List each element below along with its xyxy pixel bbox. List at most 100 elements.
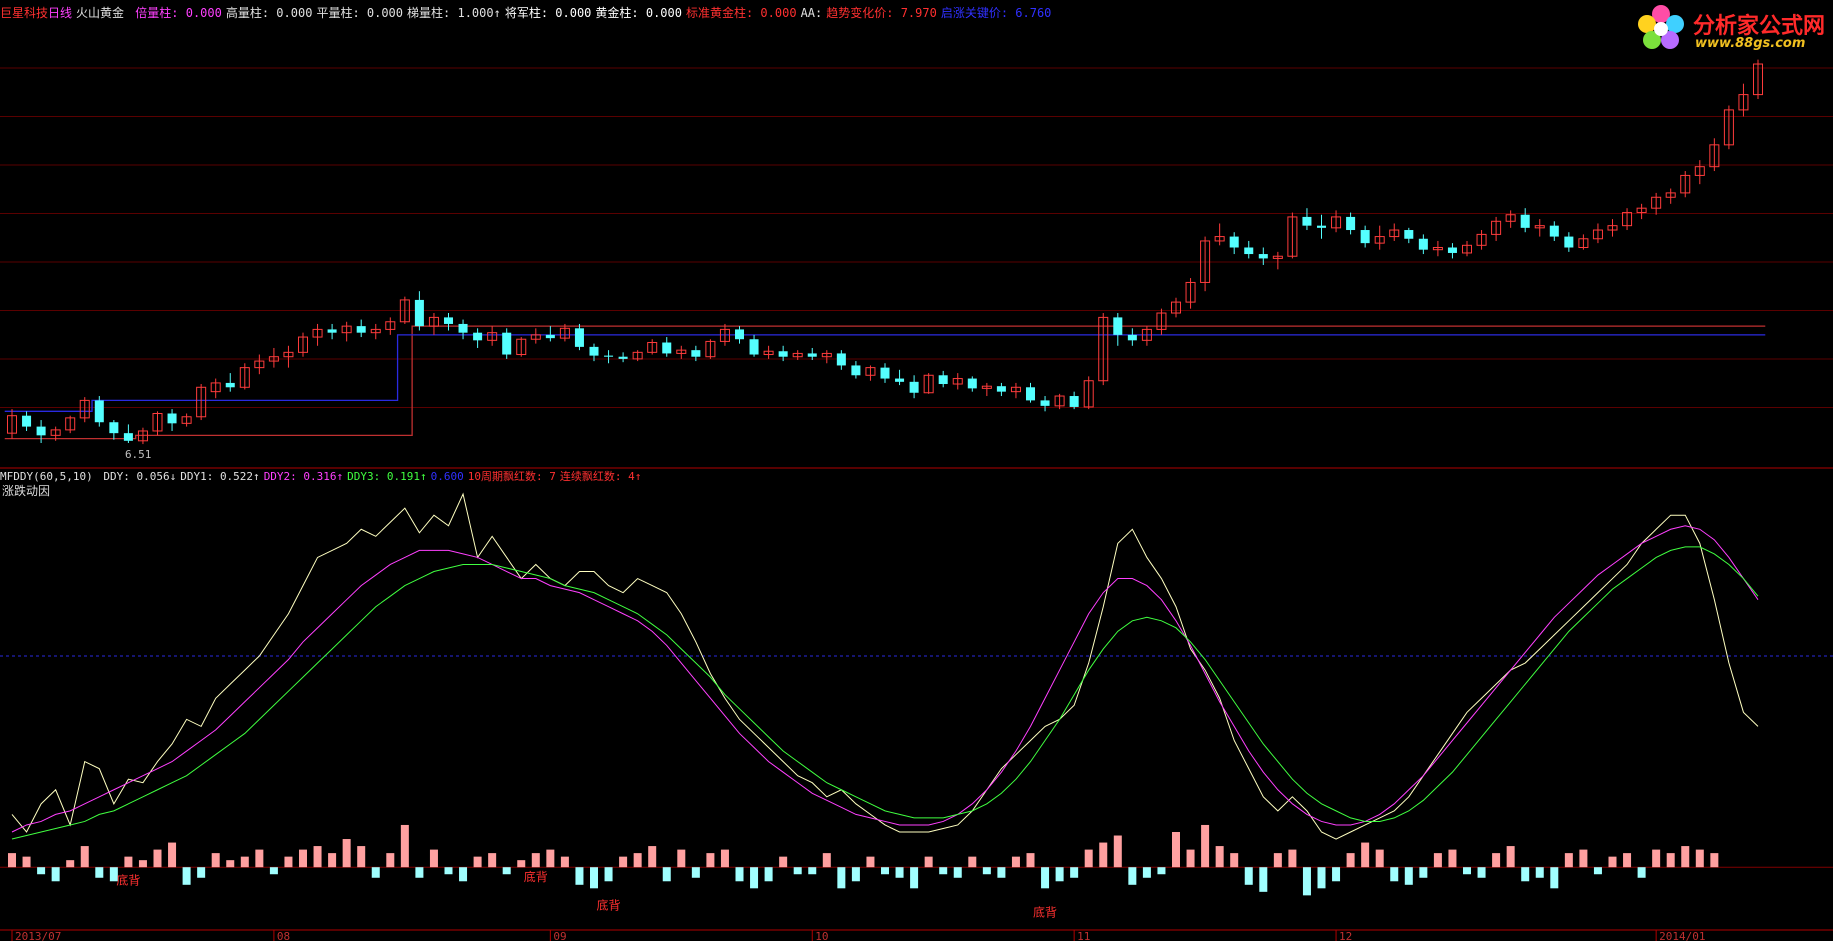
histogram-bar	[953, 867, 962, 878]
candle-body	[1520, 214, 1530, 228]
histogram-bar	[168, 842, 177, 868]
time-axis-label: 08	[277, 930, 290, 941]
histogram-bar	[80, 846, 89, 868]
histogram-bar	[604, 867, 613, 882]
candle-body	[1316, 225, 1327, 228]
histogram-bar	[779, 856, 788, 868]
line-ddy1	[11, 492, 1759, 840]
candle-body	[895, 378, 905, 382]
line-ddy3	[11, 546, 1759, 840]
histogram-bar	[1579, 849, 1588, 868]
histogram-bar	[589, 867, 599, 889]
indicator-name: 火山黄金	[76, 6, 125, 20]
time-axis-label: 10	[815, 930, 828, 941]
histogram-bar	[982, 867, 991, 875]
histogram-bar	[1550, 867, 1559, 889]
histogram-bar	[1375, 849, 1384, 868]
candle-body	[473, 332, 483, 341]
indicator-fields: DDY: 0.056↓ DDY1: 0.522↑ DDY2: 0.316↑ DDY3:…	[103, 470, 645, 483]
histogram-bar	[1302, 867, 1311, 896]
candle-body	[662, 342, 672, 354]
histogram-bar	[313, 846, 322, 868]
histogram-bar	[488, 853, 497, 868]
candle-body	[778, 351, 788, 357]
histogram-bar	[1608, 856, 1617, 868]
time-axis-label: 2014/01	[1659, 930, 1705, 941]
divergence-label: 底背	[597, 897, 621, 912]
histogram-bar	[939, 867, 948, 875]
histogram-bar	[1652, 849, 1661, 868]
candle-body	[807, 353, 817, 357]
candle-body	[1302, 216, 1312, 226]
histogram-bar	[124, 856, 133, 868]
candle-body	[225, 382, 235, 388]
histogram-bar	[1273, 853, 1282, 868]
histogram-bar	[1492, 853, 1501, 868]
histogram-bar	[1201, 824, 1210, 868]
histogram-bar	[1099, 842, 1108, 868]
candle-body	[36, 426, 46, 436]
histogram-bar	[211, 853, 220, 868]
candle-body	[94, 400, 104, 423]
histogram-bar	[1346, 853, 1355, 868]
site-logo[interactable]: 分析家公式网 www.88gs.com	[1633, 2, 1829, 52]
histogram-bar	[1128, 867, 1137, 885]
candle-body	[1447, 247, 1457, 253]
candle-body	[1127, 334, 1137, 341]
header-field-4: 将军柱: 0.000	[504, 6, 592, 20]
indicator-field-0: DDY: 0.056↓	[103, 470, 177, 483]
histogram-bar	[1564, 853, 1573, 868]
candle-body	[327, 329, 337, 333]
candle-body	[1258, 254, 1268, 259]
candle-body	[1549, 225, 1559, 237]
candle-body	[545, 334, 555, 339]
histogram-bar	[648, 846, 657, 868]
low-price-label: 6.51	[125, 448, 152, 461]
candle-body	[123, 433, 133, 441]
histogram-bar	[429, 849, 438, 868]
histogram-bar	[1215, 846, 1224, 868]
candle-body	[22, 415, 32, 427]
candle-body	[1229, 236, 1239, 248]
histogram-bar	[269, 867, 278, 875]
histogram-bar	[37, 867, 46, 875]
candle-body	[1040, 400, 1050, 406]
histogram-bar	[1535, 867, 1544, 878]
candle-body	[734, 329, 745, 340]
histogram-bar	[342, 839, 351, 868]
divergence-label: 底背	[116, 873, 140, 888]
stock-name: 巨星科技	[0, 6, 49, 20]
candle-body	[414, 299, 424, 327]
histogram-bar	[677, 849, 686, 868]
histogram-bar	[1390, 867, 1399, 882]
candle-body	[996, 386, 1006, 392]
candle-body	[967, 378, 977, 389]
histogram-bar	[546, 849, 555, 868]
histogram-bar	[197, 867, 206, 878]
candle-body	[574, 328, 584, 347]
indicator-field-1: DDY1: 0.522↑	[180, 470, 260, 483]
divergence-label: 底背	[524, 869, 548, 884]
histogram-bar	[1317, 867, 1326, 889]
histogram-bar	[226, 860, 235, 868]
time-axis-label: 12	[1339, 930, 1352, 941]
histogram-bar	[880, 867, 890, 875]
histogram-bar	[706, 853, 715, 868]
candle-body	[167, 413, 177, 424]
histogram-bar	[1433, 853, 1442, 868]
histogram-bar	[1157, 867, 1166, 875]
histogram-bar	[1113, 835, 1122, 868]
histogram-bar	[1244, 867, 1253, 885]
histogram-bar	[764, 867, 773, 882]
candle-body	[938, 375, 948, 385]
histogram-bar	[1419, 867, 1428, 878]
histogram-bar	[1230, 853, 1239, 868]
histogram-bar	[473, 856, 482, 868]
histogram-bar	[444, 867, 453, 875]
histogram-bar	[924, 856, 933, 868]
histogram-bar	[1666, 853, 1675, 868]
header-fields: 倍量柱: 0.000 高量柱: 0.000 平量柱: 0.000 梯量柱: 1.000…	[135, 6, 1055, 20]
time-axis-label: 09	[553, 930, 566, 941]
histogram-bar	[866, 856, 875, 868]
histogram-bar	[357, 846, 366, 868]
